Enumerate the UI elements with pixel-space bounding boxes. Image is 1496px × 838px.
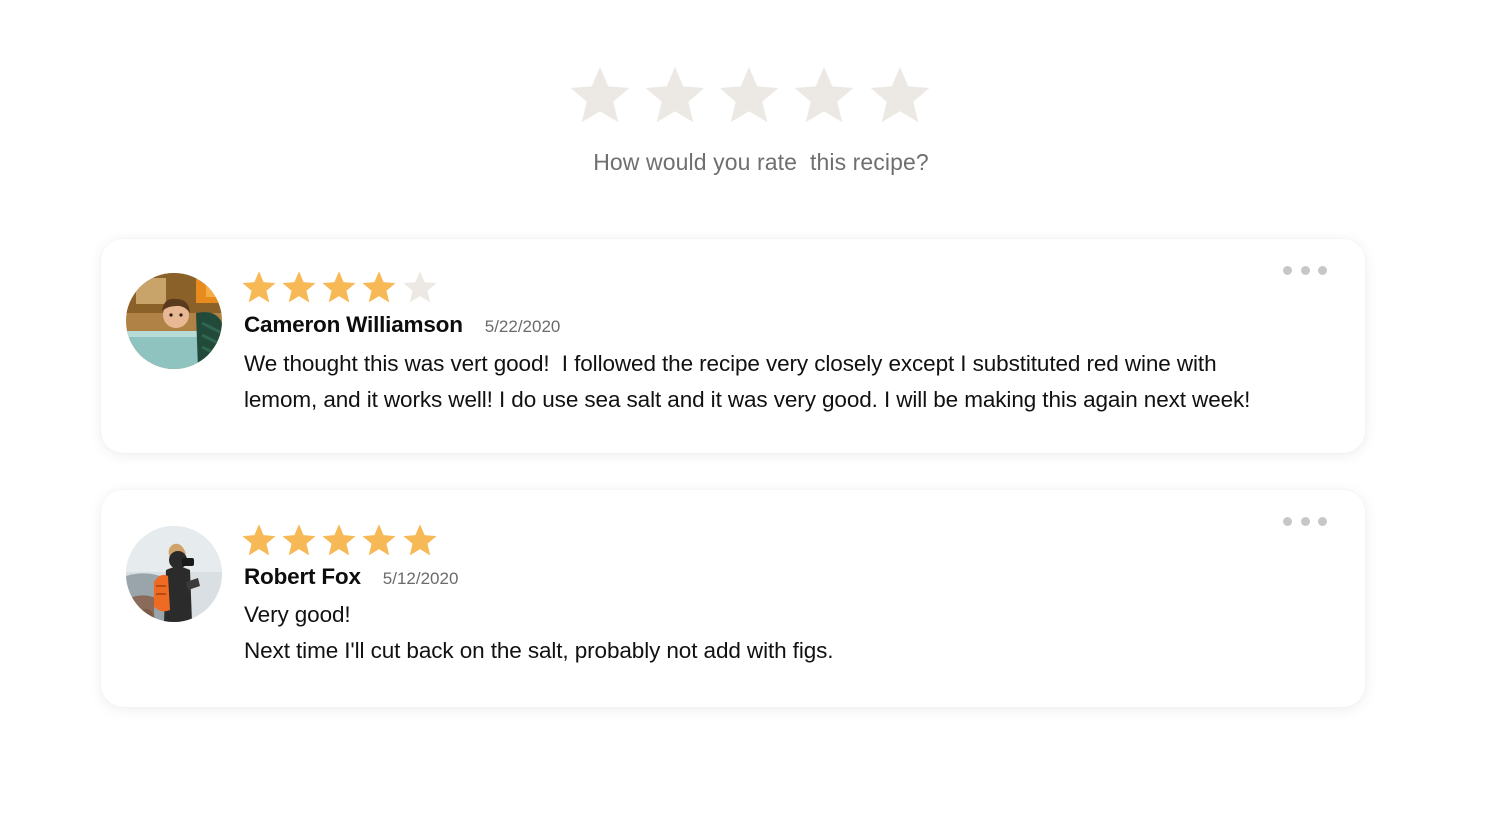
review-text-line: lemom, and it works well! I do use sea s…: [244, 387, 1251, 412]
star-filled-icon: [321, 268, 357, 306]
star-filled-icon: [241, 521, 277, 559]
star-filled-icon: [402, 521, 438, 559]
reviewer-name: Robert Fox: [244, 564, 361, 589]
star-filled-icon: [241, 268, 277, 306]
rate-star-1-icon[interactable]: [568, 62, 632, 128]
star-filled-icon: [281, 268, 317, 306]
dot-icon: [1301, 517, 1310, 526]
reviewer-name: Cameron Williamson: [244, 312, 463, 337]
rate-star-4-icon[interactable]: [792, 62, 856, 128]
star-filled-icon: [361, 521, 397, 559]
rate-star-5-icon[interactable]: [868, 62, 932, 128]
more-dots-icon[interactable]: [1283, 513, 1333, 529]
rate-stars[interactable]: [568, 62, 938, 132]
avatar: [126, 273, 222, 369]
reviewer-info: Cameron Williamson 5/22/2020: [244, 312, 560, 338]
star-filled-icon: [361, 268, 397, 306]
star-filled-icon: [321, 521, 357, 559]
star-filled-icon: [281, 521, 317, 559]
rate-star-2-icon[interactable]: [643, 62, 707, 128]
review-rating-stars: [241, 521, 461, 561]
review-text: Very good! Next time I'll cut back on th…: [244, 597, 1344, 669]
dot-icon: [1283, 266, 1292, 275]
review-text: We thought this was vert good! I followe…: [244, 346, 1344, 418]
review-date: 5/12/2020: [382, 569, 459, 588]
photographer-photo-avatar: [126, 526, 222, 622]
review-text-line: We thought this was vert good! I followe…: [244, 351, 1217, 376]
review-text-line: Next time I'll cut back on the salt, pro…: [244, 638, 834, 663]
review-card: Cameron Williamson 5/22/2020 We thought t…: [101, 239, 1365, 453]
review-date: 5/22/2020: [484, 317, 561, 336]
review-text-line: Very good!: [244, 602, 351, 627]
reviewer-info: Robert Fox 5/12/2020: [244, 564, 458, 590]
star-empty-icon: [402, 268, 438, 306]
child-photo-avatar: [126, 273, 222, 369]
dot-icon: [1318, 266, 1327, 275]
rate-star-3-icon[interactable]: [717, 62, 781, 128]
rate-prompt: How would you rate this recipe?: [593, 149, 929, 175]
dot-icon: [1318, 517, 1327, 526]
dot-icon: [1283, 517, 1292, 526]
more-dots-icon[interactable]: [1283, 262, 1333, 278]
avatar: [126, 526, 222, 622]
review-rating-stars: [241, 268, 461, 308]
dot-icon: [1301, 266, 1310, 275]
review-card: Robert Fox 5/12/2020 Very good! Next time…: [101, 490, 1365, 707]
